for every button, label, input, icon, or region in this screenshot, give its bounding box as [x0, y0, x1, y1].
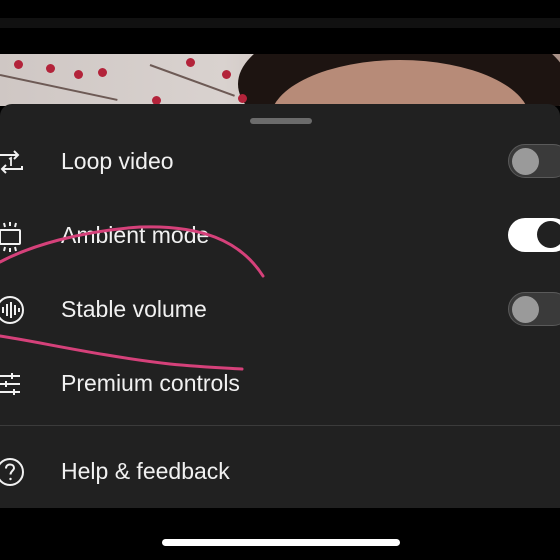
menu-item-label: Stable volume: [61, 296, 207, 322]
ambient-mode-toggle[interactable]: [508, 218, 560, 252]
video-flower: [238, 94, 247, 103]
help-icon: [0, 456, 26, 488]
video-branch: [0, 74, 118, 101]
loop-icon: [0, 146, 26, 178]
menu-item-stable-volume[interactable]: Stable volume: [0, 272, 560, 346]
video-flower: [222, 70, 231, 79]
menu-item-loop-video[interactable]: Loop video: [0, 124, 560, 198]
ambient-mode-icon: [0, 220, 26, 252]
more-options-sheet: Loop video Ambient mode Stable volume Pr…: [0, 104, 560, 508]
status-bar: [0, 0, 560, 54]
toggle-knob: [512, 296, 539, 323]
stable-volume-toggle[interactable]: [508, 292, 560, 326]
home-indicator[interactable]: [162, 539, 400, 546]
video-flower: [98, 68, 107, 77]
menu-item-premium-controls[interactable]: Premium controls: [0, 346, 560, 420]
video-flower: [46, 64, 55, 73]
sliders-icon: [0, 368, 26, 400]
video-flower: [186, 58, 195, 67]
status-strip: [0, 18, 560, 28]
video-preview[interactable]: [0, 54, 560, 106]
toggle-knob: [512, 148, 539, 175]
menu-item-label: Ambient mode: [61, 222, 210, 248]
menu-item-label: Premium controls: [61, 370, 240, 396]
stable-volume-icon: [0, 294, 26, 326]
menu-item-label: Help & feedback: [61, 458, 230, 484]
bottom-bar: [0, 508, 560, 560]
toggle-knob: [537, 221, 560, 248]
loop-video-toggle[interactable]: [508, 144, 560, 178]
video-flower: [14, 60, 23, 69]
menu-item-help-feedback[interactable]: Help & feedback: [0, 434, 560, 508]
menu-item-label: Loop video: [61, 148, 174, 174]
menu-divider: [0, 425, 560, 426]
video-branch: [149, 64, 235, 97]
video-flower: [74, 70, 83, 79]
menu-item-ambient-mode[interactable]: Ambient mode: [0, 198, 560, 272]
